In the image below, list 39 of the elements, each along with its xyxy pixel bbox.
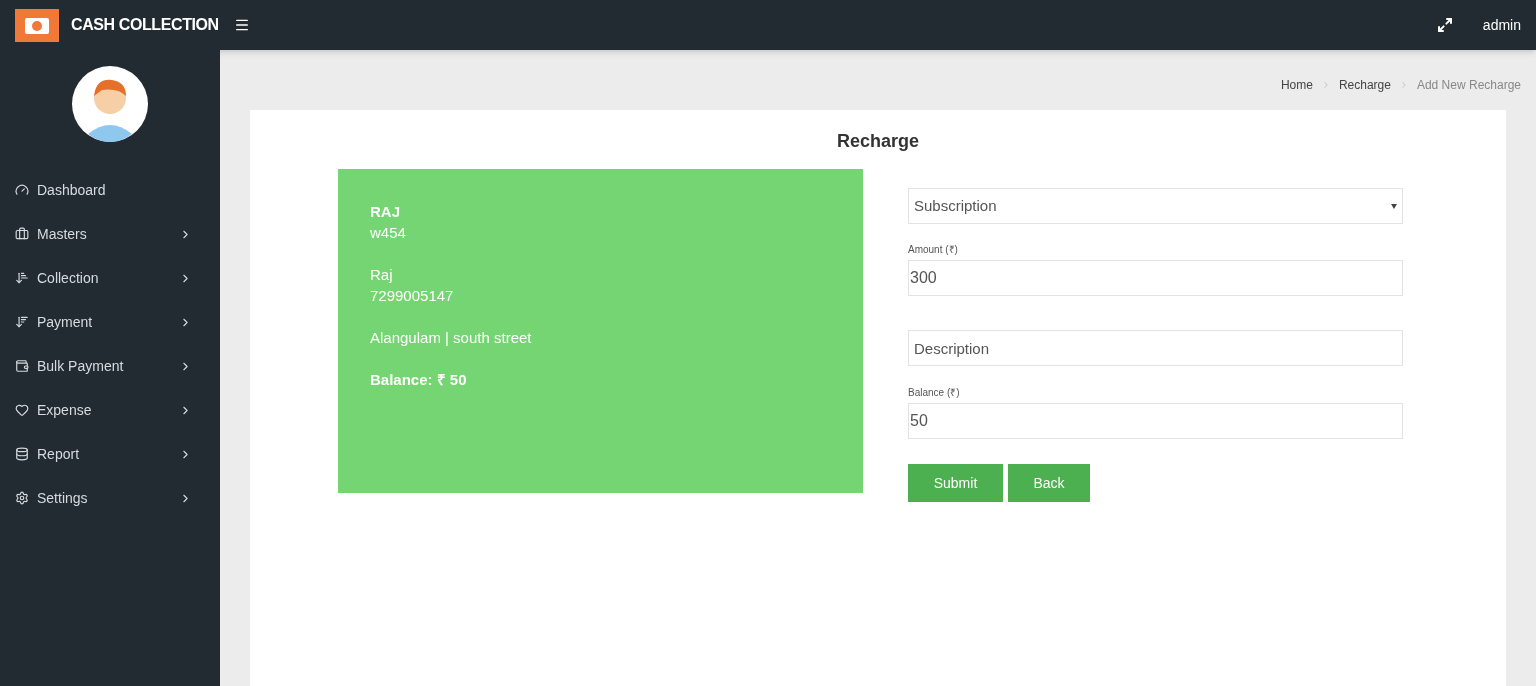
breadcrumb-link[interactable]: Recharge — [1338, 76, 1391, 94]
phone-number: 7299005147 — [370, 286, 455, 306]
sidebar-item[interactable]: Expense — [0, 388, 220, 432]
description-field[interactable]: Description — [908, 330, 1403, 366]
gauge-icon — [15, 183, 29, 197]
settings-icon — [15, 491, 29, 505]
avatar-icon — [72, 66, 148, 142]
sidebar-item[interactable]: Settings — [0, 476, 220, 520]
database-icon — [15, 447, 29, 461]
sidebar-item[interactable]: Payment — [0, 300, 220, 344]
contact-name: Raj — [370, 265, 394, 285]
customer-name: RAJ — [370, 202, 401, 222]
user-name[interactable]: admin — [1482, 14, 1521, 36]
sidebar-item[interactable]: Report — [0, 432, 220, 476]
briefcase-icon — [15, 227, 29, 241]
sort-icon — [15, 271, 29, 285]
money-logo-icon — [15, 8, 59, 42]
page-title: Recharge — [835, 130, 920, 153]
balance-label: Balance (₹) — [908, 386, 961, 400]
sort-icon — [15, 315, 29, 329]
app-title: CASH COLLECTION — [71, 15, 219, 35]
balance-text: Balance: ₹ 50 — [370, 370, 468, 390]
caret-icon — [1391, 203, 1397, 209]
address: Alangulam | south street — [370, 328, 533, 348]
fullscreen-icon[interactable] — [1436, 17, 1453, 33]
sidebar-item[interactable]: Dashboard — [0, 168, 220, 212]
wallet-icon — [15, 359, 29, 373]
sidebar-item[interactable]: Bulk Payment — [0, 344, 220, 388]
balance-field[interactable]: 50 — [908, 403, 1403, 439]
menu-toggle[interactable] — [234, 17, 250, 33]
breadcrumb-current-page: Add New Recharge — [1416, 77, 1521, 94]
amount-field[interactable]: 300 — [908, 260, 1403, 296]
breadcrumb-link[interactable]: Home — [1280, 76, 1313, 94]
plan-select[interactable]: Subscription — [908, 188, 1403, 224]
heart-icon — [15, 403, 29, 417]
sidebar-item[interactable]: Masters — [0, 212, 220, 256]
sidebar-item[interactable]: Collection — [0, 256, 220, 300]
customer-code: w454 — [370, 223, 407, 243]
amount-label: Amount (₹) — [908, 243, 959, 257]
